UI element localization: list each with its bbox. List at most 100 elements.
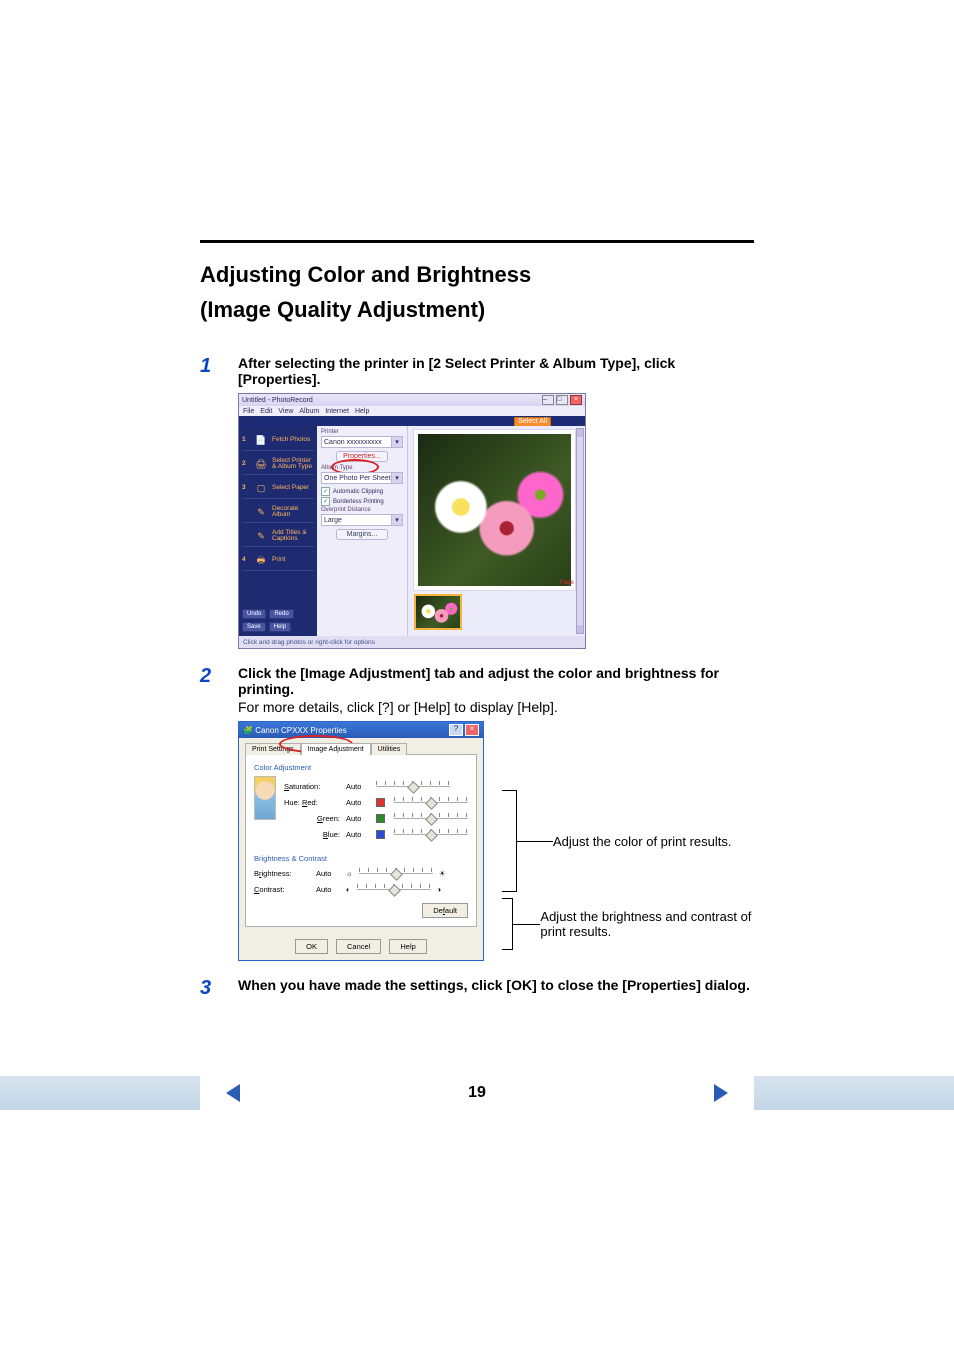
leader-line [517, 841, 553, 842]
step-2-subtext: For more details, click [?] or [Help] to… [238, 699, 754, 715]
undo-button[interactable]: Undo [242, 609, 266, 619]
sample-photo [254, 776, 276, 820]
menu-view[interactable]: View [278, 408, 293, 415]
close-icon[interactable]: × [570, 395, 582, 405]
chevron-down-icon[interactable]: ▾ [391, 473, 402, 483]
sidebar-select-printer[interactable]: 2 🖨 Select Printer & Album Type [242, 454, 314, 475]
overprint-select[interactable]: Large ▾ [321, 514, 403, 526]
tab-image-adjustment[interactable]: Image Adjustment [301, 743, 371, 755]
margins-button[interactable]: Margins... [336, 529, 388, 540]
printer-label: Printer [321, 429, 403, 435]
printer-select[interactable]: Canon xxxxxxxxxx ▾ [321, 436, 403, 448]
row-hue-blue: Blue: Auto [284, 828, 468, 840]
close-icon[interactable]: × [465, 724, 479, 736]
row-hue-green: Green: Auto [284, 812, 468, 824]
step-2-number: 2 [200, 665, 220, 961]
contrast-slider[interactable] [357, 883, 431, 895]
footer-edge-left [0, 1076, 200, 1110]
leader-line [513, 924, 540, 925]
page-title-line1: Adjusting Color and Brightness [200, 257, 754, 292]
blue-marker-icon [376, 830, 385, 839]
thumbnail[interactable] [414, 594, 462, 630]
default-button[interactable]: Default [422, 903, 468, 918]
help-button-side[interactable]: Help [269, 622, 291, 632]
album-type-label: Album Type [321, 465, 403, 471]
properties-panel: Color Adjustment Saturation: Auto [245, 754, 477, 927]
printer-icon: 🖨 [253, 456, 269, 472]
footer-edge-right [754, 1076, 954, 1110]
prev-page-icon[interactable] [226, 1084, 240, 1102]
sidebar-fetch-photos[interactable]: 1 📄 Fetch Photos [242, 430, 314, 451]
window-title: Untitled - PhotoRecord [242, 397, 313, 404]
ok-button[interactable]: OK [295, 939, 328, 954]
step-1: 1 After selecting the printer in [2 Sele… [200, 355, 754, 649]
properties-title: Canon CPXXX Properties [255, 726, 347, 735]
menu-bar: File Edit View Album Internet Help [239, 406, 585, 416]
cancel-button[interactable]: Cancel [336, 939, 381, 954]
bracket-icon [502, 898, 513, 950]
help-icon[interactable]: ? [449, 724, 463, 736]
center-panel: Printer Canon xxxxxxxxxx ▾ Properties...… [317, 426, 407, 636]
next-page-icon[interactable] [714, 1084, 728, 1102]
chevron-down-icon[interactable]: ▾ [391, 437, 402, 447]
help-button[interactable]: Help [389, 939, 426, 954]
menu-help[interactable]: Help [355, 408, 369, 415]
save-button[interactable]: Save [242, 622, 266, 632]
blue-slider[interactable] [394, 828, 468, 840]
page-footer: 19 [0, 1076, 954, 1110]
scroll-down-icon[interactable] [577, 625, 583, 633]
tab-utilities[interactable]: Utilities [371, 743, 408, 755]
menu-album[interactable]: Album [299, 408, 319, 415]
maximize-icon[interactable]: □ [556, 395, 568, 405]
sidebar-print[interactable]: 4 🖶 Print [242, 550, 314, 571]
step-2: 2 Click the [Image Adjustment] tab and a… [200, 665, 754, 961]
dialog-buttons: OK Cancel Help [239, 933, 483, 960]
status-bar: Click and drag photos or right-click for… [239, 636, 585, 648]
menu-file[interactable]: File [243, 408, 254, 415]
tab-print-settings[interactable]: Print Settings [245, 743, 301, 755]
red-marker-icon [376, 798, 385, 807]
screenshot-photorecord: Untitled - PhotoRecord – □ × File Edit V… [238, 393, 586, 649]
saturation-slider[interactable] [376, 780, 450, 792]
row-brightness: Brightness: Auto ☼ ☀ [254, 867, 468, 879]
properties-button[interactable]: Properties... [336, 451, 388, 462]
step-3: 3 When you have made the settings, click… [200, 977, 754, 1000]
sun-dim-icon: ☼ [346, 869, 353, 878]
scroll-up-icon[interactable] [577, 429, 583, 437]
vertical-scrollbar[interactable] [576, 428, 584, 634]
contrast-low-icon: ◐ [346, 885, 351, 894]
chevron-down-icon[interactable]: ▾ [391, 515, 402, 525]
preview-area: Page 1 [407, 426, 585, 636]
automatic-clipping-checkbox[interactable]: ✓Automatic Clipping [321, 487, 403, 496]
album-type-select[interactable]: One Photo Per Sheet ▾ [321, 472, 403, 484]
menu-edit[interactable]: Edit [260, 408, 272, 415]
sidebar-add-titles[interactable]: ✎ Add Titles & Captions [242, 526, 314, 547]
red-slider[interactable] [394, 796, 468, 808]
bracket-icon [502, 790, 517, 892]
step-3-number: 3 [200, 977, 220, 1000]
sidebar-select-paper[interactable]: 3 ▢ Select Paper [242, 478, 314, 499]
callouts: Adjust the color of print results. Adjus… [502, 721, 754, 949]
overprint-label: Overprint Distance [321, 507, 403, 513]
redo-button[interactable]: Redo [269, 609, 293, 619]
titles-icon: ✎ [253, 528, 269, 544]
preview-photo [414, 430, 575, 590]
page-title-line2: (Image Quality Adjustment) [200, 292, 754, 327]
minimize-icon[interactable]: – [542, 395, 554, 405]
row-saturation: Saturation: Auto [284, 780, 468, 792]
fetch-icon: 📄 [253, 432, 269, 448]
borderless-checkbox[interactable]: ✓Borderless Printing [321, 497, 403, 506]
tab-row: Print Settings Image Adjustment Utilitie… [239, 738, 483, 754]
window-titlebar: Untitled - PhotoRecord – □ × [239, 394, 585, 406]
group-color-title: Color Adjustment [254, 763, 468, 772]
green-slider[interactable] [394, 812, 468, 824]
sidebar-decorate[interactable]: ✎ Decorate Album [242, 502, 314, 523]
row-hue-red: Hue: Red: Auto [284, 796, 468, 808]
group-brightness-title: Brightness & Contrast [254, 854, 468, 863]
step-1-text: After selecting the printer in [2 Select… [238, 355, 754, 387]
menu-internet[interactable]: Internet [325, 408, 349, 415]
brightness-slider[interactable] [359, 867, 433, 879]
step-3-text: When you have made the settings, click [… [238, 977, 754, 993]
properties-titlebar: 🧩 Canon CPXXX Properties ? × [239, 722, 483, 738]
contrast-high-icon: ◑ [437, 885, 442, 894]
